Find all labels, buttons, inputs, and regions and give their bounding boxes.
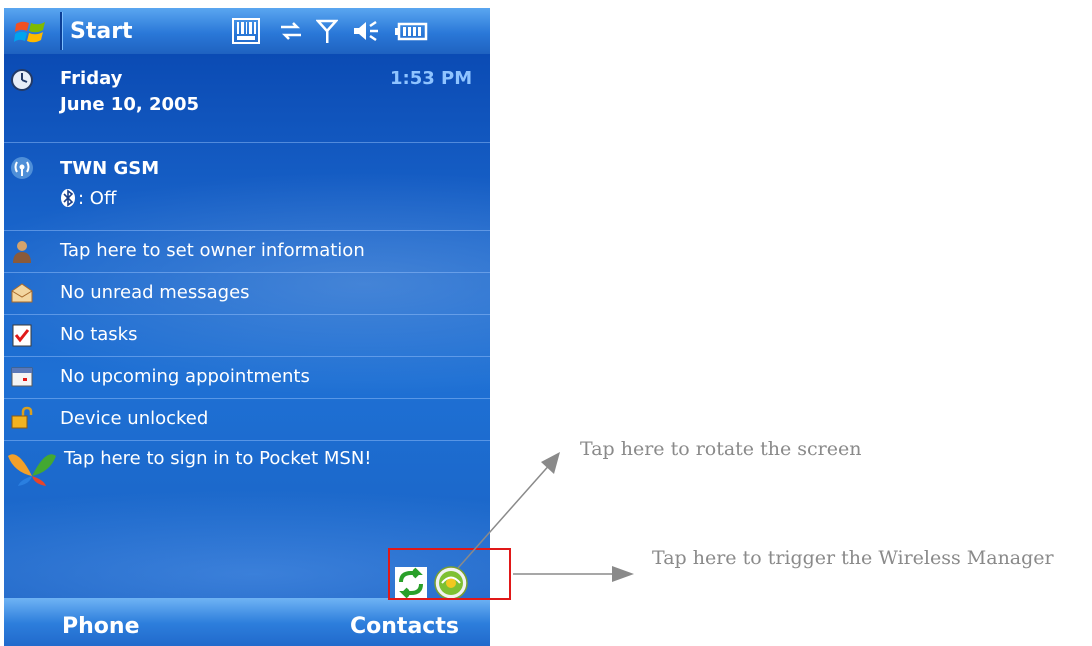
title-separator [60, 12, 62, 50]
barcode-scanner-icon[interactable] [232, 18, 260, 44]
carrier-label: TWN GSM [60, 158, 160, 179]
arrow-head-wireless [612, 566, 634, 582]
owner-info-label: Tap here to set owner information [60, 240, 365, 261]
weekday-label: Friday [60, 68, 123, 89]
envelope-icon [11, 283, 33, 303]
msn-row[interactable]: Tap here to sign in to Pocket MSN! [4, 440, 490, 486]
softkey-bar: Phone Contacts [4, 598, 490, 646]
today-screen: Friday June 10, 2005 1:53 PM TWN GSM : O… [4, 54, 490, 600]
bluetooth-status: : Off [78, 188, 117, 209]
clock-icon [11, 69, 33, 91]
owner-person-icon [13, 241, 31, 263]
msn-butterfly-icon [8, 454, 56, 486]
device-lock-label: Device unlocked [60, 408, 209, 429]
windows-start-icon[interactable] [14, 16, 48, 46]
device-lock-row[interactable]: Device unlocked [4, 398, 490, 441]
unlocked-padlock-icon [11, 406, 33, 429]
tasks-checkbox-icon [12, 324, 32, 347]
date-row[interactable]: Friday June 10, 2005 1:53 PM [4, 54, 490, 143]
bluetooth-icon [61, 189, 75, 207]
rotate-annotation: Tap here to rotate the screen [580, 438, 862, 460]
connectivity-arrows-icon[interactable] [278, 18, 304, 44]
calendar-icon [11, 367, 33, 387]
owner-row[interactable]: Tap here to set owner information [4, 230, 490, 273]
date-label: June 10, 2005 [60, 94, 200, 115]
battery-icon[interactable] [394, 18, 428, 44]
arrow-head-rotate [541, 452, 560, 474]
phone-softkey[interactable]: Phone [62, 614, 139, 639]
contacts-softkey[interactable]: Contacts [350, 614, 459, 639]
signal-antenna-icon[interactable] [316, 18, 338, 44]
appointments-row[interactable]: No upcoming appointments [4, 356, 490, 399]
wireless-antenna-icon [11, 157, 33, 179]
messages-row[interactable]: No unread messages [4, 272, 490, 315]
speaker-volume-icon[interactable] [352, 18, 384, 44]
title-bar: Start [4, 8, 490, 54]
tasks-row[interactable]: No tasks [4, 314, 490, 357]
start-button[interactable]: Start [70, 19, 133, 44]
appointments-label: No upcoming appointments [60, 366, 310, 387]
network-row[interactable]: TWN GSM : Off [4, 142, 490, 231]
tray-highlight-box [388, 548, 511, 600]
tasks-label: No tasks [60, 324, 138, 345]
msn-signin-label: Tap here to sign in to Pocket MSN! [64, 448, 372, 469]
messages-label: No unread messages [60, 282, 250, 303]
wireless-annotation: Tap here to trigger the Wireless Manager [652, 547, 1054, 569]
time-label: 1:53 PM [390, 68, 473, 89]
